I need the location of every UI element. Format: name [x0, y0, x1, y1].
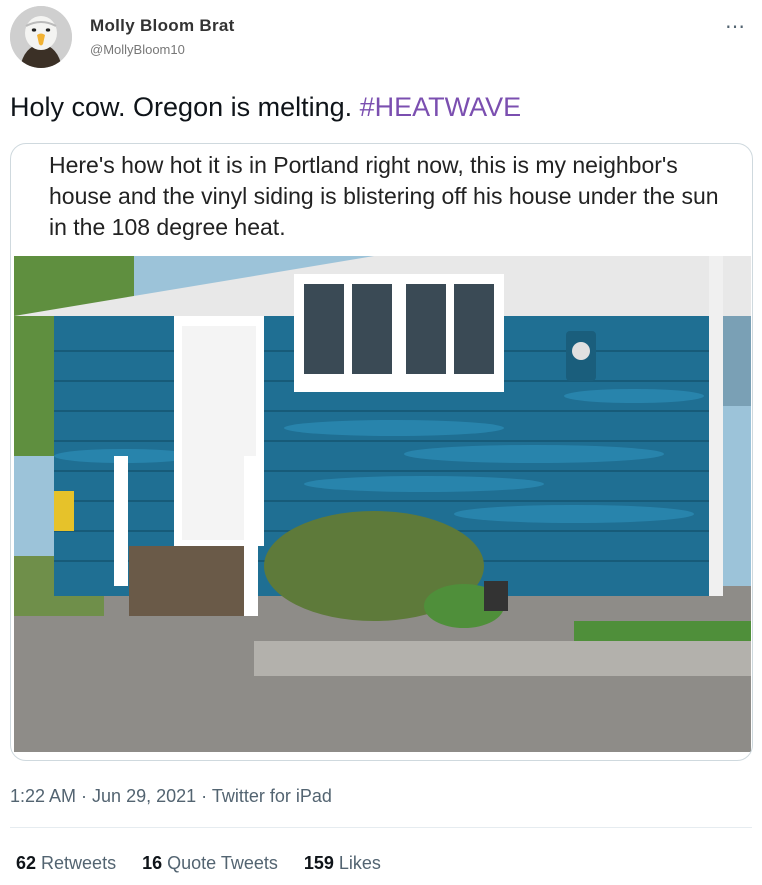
likes-count: 159 [303, 853, 334, 873]
tweet-media[interactable]: Here's how hot it is in Portland right n… [10, 143, 753, 761]
author-handle[interactable]: @MollyBloom10 [90, 42, 185, 57]
divider [10, 827, 752, 828]
quotes-label: Quote Tweets [167, 853, 278, 873]
tweet-stats: 62 Retweets 16 Quote Tweets 159 Likes [16, 853, 381, 874]
house-photo[interactable] [14, 256, 751, 752]
image-caption: Here's how hot it is in Portland right n… [49, 152, 719, 240]
hashtag-link[interactable]: #HEATWAVE [360, 92, 522, 122]
author-name[interactable]: Molly Bloom Brat [90, 16, 235, 36]
tweet-meta: 1:22 AM · Jun 29, 2021 · Twitter for iPa… [10, 786, 332, 807]
tweet-text: Holy cow. Oregon is melting. #HEATWAVE [10, 92, 521, 123]
eagle-avatar-icon [10, 6, 72, 68]
tweet-header: Molly Bloom Brat @MollyBloom10 ⋯ [10, 4, 752, 68]
tweet-date[interactable]: Jun 29, 2021 [92, 786, 196, 806]
meta-separator: · [76, 786, 93, 806]
retweets-label: Retweets [41, 853, 117, 873]
likes-label: Likes [338, 853, 381, 873]
retweets-stat[interactable]: 62 Retweets [16, 853, 116, 874]
retweets-count: 62 [16, 853, 37, 873]
tweet-body: Holy cow. Oregon is melting. [10, 92, 360, 122]
quote-tweets-stat[interactable]: 16 Quote Tweets [142, 853, 278, 874]
tweet-source[interactable]: Twitter for iPad [212, 786, 332, 806]
tweet-time[interactable]: 1:22 AM [10, 786, 76, 806]
more-options-icon[interactable]: ⋯ [725, 14, 746, 39]
meta-separator: · [196, 786, 212, 806]
likes-stat[interactable]: 159 Likes [304, 853, 381, 874]
quotes-count: 16 [142, 853, 163, 873]
avatar[interactable] [10, 6, 72, 68]
